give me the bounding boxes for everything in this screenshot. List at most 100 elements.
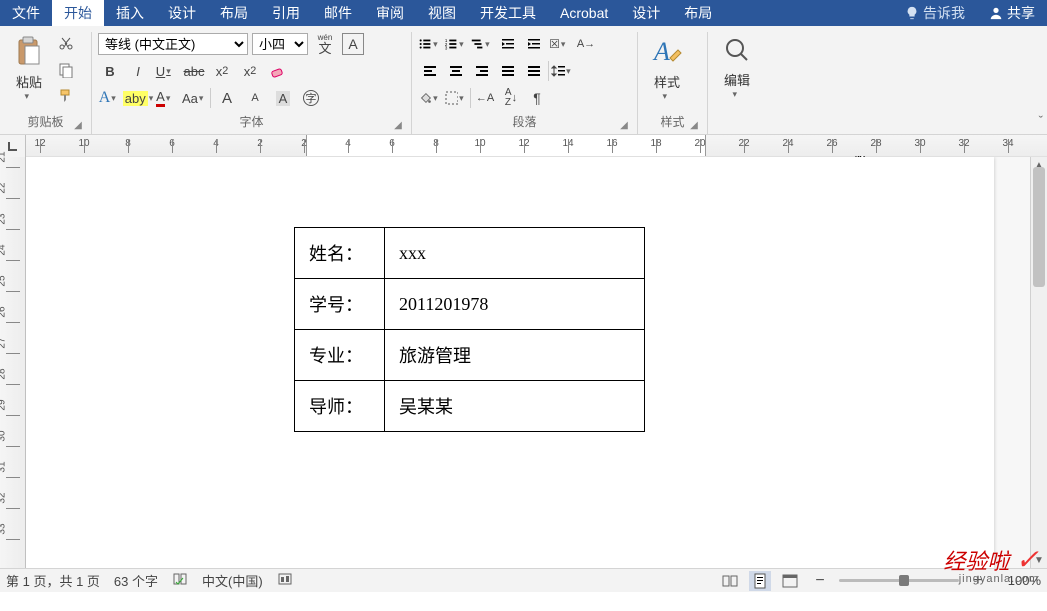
highlight-button[interactable]: aby▾ (126, 86, 150, 110)
tab-tell-me[interactable]: 告诉我 (893, 0, 977, 26)
vruler-tick-label: 25 (0, 271, 8, 291)
cell-val[interactable]: 吴某某 (385, 381, 645, 432)
group-editing: 编辑 ▾ (708, 32, 778, 134)
font-size-select[interactable]: 小四 (252, 33, 308, 55)
increase-indent-button[interactable] (522, 32, 546, 56)
align-distributed-button[interactable] (522, 59, 546, 83)
styles-button[interactable]: A 样式 ▾ (644, 32, 690, 106)
ltr-button[interactable]: A→ (574, 32, 598, 56)
table-row[interactable]: 专业： 旅游管理 (295, 330, 645, 381)
zoom-out-button[interactable]: − (809, 571, 831, 591)
ruler-area: 12108642246810121416182022242628303234 (0, 135, 1047, 157)
horizontal-ruler[interactable]: 12108642246810121416182022242628303234 (26, 135, 1047, 156)
view-read-mode-button[interactable] (719, 571, 741, 591)
tab-file[interactable]: 文件 (0, 0, 52, 26)
status-language[interactable]: 中文(中国) (202, 571, 263, 590)
phonetic-guide-button[interactable]: wén 文 (312, 32, 338, 56)
page-viewport[interactable]: 姓名： xxx 学号： 2011201978 专业： 旅游管理 导师： 吴某某 (26, 157, 1030, 568)
subscript-button[interactable]: x2 (210, 59, 234, 83)
borders-button[interactable]: ▾ (444, 86, 468, 110)
enclose-char-button[interactable]: 字 (299, 86, 323, 110)
view-web-layout-button[interactable] (779, 571, 801, 591)
status-page[interactable]: 第 1 页，共 1 页 (6, 571, 100, 590)
tab-insert[interactable]: 插入 (104, 0, 156, 26)
table-row[interactable]: 学号： 2011201978 (295, 279, 645, 330)
status-proofing-icon[interactable] (172, 571, 188, 590)
status-words[interactable]: 63 个字 (114, 571, 158, 590)
scroll-down-arrow[interactable]: ▼ (1031, 552, 1047, 568)
shading-button[interactable]: ▾ (418, 86, 442, 110)
decrease-indent-button[interactable] (496, 32, 520, 56)
tab-view[interactable]: 视图 (416, 0, 468, 26)
strikethrough-button[interactable]: abc (182, 59, 206, 83)
tab-review[interactable]: 审阅 (364, 0, 416, 26)
tab-layout[interactable]: 布局 (208, 0, 260, 26)
italic-button[interactable]: I (126, 59, 150, 83)
scroll-thumb[interactable] (1033, 167, 1045, 287)
underline-button[interactable]: U▾ (154, 59, 178, 83)
rtl-button[interactable]: ←A (473, 86, 497, 110)
char-border-button[interactable]: A (342, 33, 364, 55)
cell-val[interactable]: xxx (385, 228, 645, 279)
editing-button[interactable]: 编辑 ▾ (714, 32, 760, 104)
table-row[interactable]: 导师： 吴某某 (295, 381, 645, 432)
format-painter-button[interactable] (54, 84, 78, 108)
status-macro-icon[interactable] (277, 571, 293, 590)
doc-table[interactable]: 姓名： xxx 学号： 2011201978 专业： 旅游管理 导师： 吴某某 (294, 227, 645, 432)
multilevel-list-button[interactable]: ▾ (470, 32, 494, 56)
cell-key[interactable]: 专业： (295, 330, 385, 381)
styles-launcher[interactable]: ◢ (687, 116, 701, 130)
text-effects-button[interactable]: A▾ (98, 86, 122, 110)
tab-devtools[interactable]: 开发工具 (468, 0, 548, 26)
cell-key[interactable]: 学号： (295, 279, 385, 330)
tab-table-layout[interactable]: 布局 (672, 0, 724, 26)
char-shading-button[interactable]: A (271, 86, 295, 110)
paragraph-launcher[interactable]: ◢ (617, 116, 631, 130)
collapse-ribbon-button[interactable]: ˇ (1039, 113, 1043, 128)
tab-mailings[interactable]: 邮件 (312, 0, 364, 26)
tab-acrobat[interactable]: Acrobat (548, 0, 620, 26)
shrink-font-button[interactable]: A (243, 86, 267, 110)
table-row[interactable]: 姓名： xxx (295, 228, 645, 279)
align-center-button[interactable] (444, 59, 468, 83)
font-family-select[interactable]: 等线 (中文正文) (98, 33, 248, 55)
clipboard-launcher[interactable]: ◢ (71, 116, 85, 130)
bullets-button[interactable]: ▾ (418, 32, 442, 56)
vruler-tick-label: 32 (0, 488, 8, 508)
line-spacing-button[interactable]: ▾ (551, 59, 575, 83)
zoom-in-button[interactable]: + (967, 571, 989, 591)
font-launcher[interactable]: ◢ (391, 116, 405, 130)
cell-key[interactable]: 导师： (295, 381, 385, 432)
tab-share[interactable]: 共享 (977, 0, 1047, 26)
zoom-percent[interactable]: 100% (997, 573, 1041, 588)
sort-button[interactable]: AZ↓ (499, 86, 523, 110)
cell-val[interactable]: 2011201978 (385, 279, 645, 330)
zoom-slider-thumb[interactable] (899, 575, 909, 586)
tab-home[interactable]: 开始 (52, 0, 104, 26)
editing-group-label (714, 112, 772, 132)
font-color-button[interactable]: A▾ (154, 86, 178, 110)
superscript-button[interactable]: x2 (238, 59, 262, 83)
bold-button[interactable]: B (98, 59, 122, 83)
tab-references[interactable]: 引用 (260, 0, 312, 26)
zoom-slider[interactable] (839, 579, 959, 582)
align-right-button[interactable] (470, 59, 494, 83)
show-marks-button[interactable]: ¶ (525, 86, 549, 110)
vertical-scrollbar[interactable]: ▲ ▼ (1030, 157, 1047, 568)
cut-button[interactable] (54, 32, 78, 56)
change-case-button[interactable]: Aa▾ (182, 86, 206, 110)
align-left-button[interactable] (418, 59, 442, 83)
view-print-layout-button[interactable] (749, 571, 771, 591)
paste-button[interactable]: 粘贴 ▾ (6, 32, 52, 106)
tab-design[interactable]: 设计 (156, 0, 208, 26)
vertical-ruler[interactable]: 21222324252627282930313233 (0, 157, 26, 568)
cell-val[interactable]: 旅游管理 (385, 330, 645, 381)
copy-button[interactable] (54, 58, 78, 82)
grow-font-button[interactable]: A (215, 86, 239, 110)
numbering-button[interactable]: 123▾ (444, 32, 468, 56)
cell-key[interactable]: 姓名： (295, 228, 385, 279)
clear-formatting-button[interactable] (266, 59, 290, 83)
asian-layout-button[interactable]: ☒▾ (548, 32, 572, 56)
align-justify-button[interactable] (496, 59, 520, 83)
tab-table-design[interactable]: 设计 (620, 0, 672, 26)
